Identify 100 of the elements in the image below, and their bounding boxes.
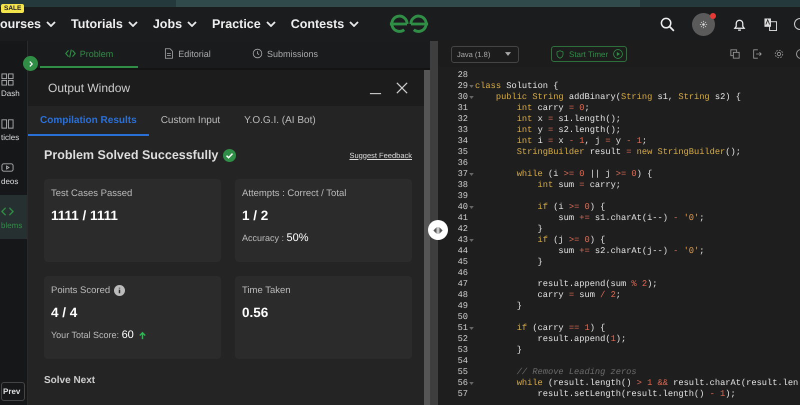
- line-number: 30: [456, 92, 468, 103]
- line-number: 45: [456, 257, 468, 268]
- code-line: }: [536, 257, 543, 268]
- code-line: }: [516, 301, 522, 312]
- prev-button[interactable]: Prev: [1, 382, 26, 401]
- code-line: class Solution {: [475, 81, 558, 92]
- line-number: 31: [456, 103, 468, 114]
- code-line: if (i >= 0) {: [536, 202, 606, 213]
- card-label: Test Cases Passed: [51, 188, 132, 199]
- line-number: 56: [456, 378, 468, 389]
- window-title: Output Window: [48, 81, 130, 95]
- code-line: result.append(1);: [536, 334, 626, 345]
- line-number: 38: [456, 180, 468, 191]
- code-line: result.append(sum % 2);: [536, 279, 658, 290]
- chevron-icon: [26, 60, 34, 68]
- code-line: int y = s2.length();: [516, 125, 621, 136]
- fold-icon[interactable]: [469, 85, 474, 88]
- sidebar-item[interactable]: Dash: [0, 63, 27, 107]
- fold-icon[interactable]: [469, 382, 474, 385]
- nav-menu[interactable]: Practice: [212, 17, 276, 31]
- problem-tab[interactable]: Problem: [40, 41, 138, 68]
- code-line: int i = x - 1, j = y - 1;: [516, 136, 648, 147]
- code-line: int x = s1.length();: [516, 114, 621, 125]
- line-number: 35: [456, 147, 468, 158]
- line-number: 49: [456, 301, 468, 312]
- line-number: 37: [456, 169, 468, 180]
- line-number: 50: [456, 312, 468, 323]
- sidebar-item[interactable]: ticles: [0, 107, 27, 151]
- line-number: 36: [456, 158, 468, 169]
- play-icon: [613, 49, 624, 59]
- document-icon: [163, 48, 174, 59]
- fold-icon[interactable]: [469, 206, 474, 209]
- problem-tab[interactable]: Editorial: [138, 41, 236, 68]
- card-value: 1111 / 1111: [51, 208, 119, 223]
- output-tab[interactable]: Custom Input: [148, 106, 232, 136]
- export-icon[interactable]: [752, 49, 762, 59]
- fold-icon[interactable]: [469, 327, 474, 330]
- code-line: sum += s2.charAt(j--) - '0';: [557, 246, 704, 257]
- resize-arrows-icon: [433, 226, 443, 234]
- nav-menu[interactable]: Contests: [290, 17, 360, 31]
- card-label: Time Taken: [242, 285, 291, 296]
- line-number: 48: [456, 290, 468, 301]
- chevron-icon: [349, 21, 360, 27]
- code-line: result.setLength(result.length() - 1);: [536, 389, 736, 400]
- splitter-bar[interactable]: [430, 41, 438, 405]
- fold-icon[interactable]: [469, 173, 474, 176]
- line-number: 44: [456, 246, 468, 257]
- nav-menu[interactable]: Jobs: [152, 17, 198, 31]
- settings-icon[interactable]: [774, 49, 784, 59]
- line-number: 57: [456, 389, 468, 400]
- code-line: int sum = carry;: [536, 180, 621, 191]
- chevron-icon: [187, 21, 198, 27]
- copy-icon[interactable]: [730, 49, 740, 59]
- caret-icon: [505, 52, 511, 56]
- line-number: 51: [456, 323, 468, 334]
- line-number: 52: [456, 334, 468, 345]
- chevron-icon: [46, 21, 56, 27]
- nav-menu[interactable]: Tutorials: [71, 17, 138, 31]
- logo-icon[interactable]: [388, 14, 430, 34]
- book-icon: [1, 116, 14, 130]
- code-line: int carry = 0;: [516, 103, 590, 114]
- code-line: public String addBinary(String s1, String s2) {: [494, 92, 741, 103]
- sparkle-icon: [699, 20, 708, 28]
- card-value: 0.56: [242, 305, 270, 320]
- line-number: 34: [456, 136, 468, 147]
- chevron-icon: [128, 21, 138, 27]
- line-number: 39: [456, 191, 468, 202]
- chevron-icon: [266, 21, 276, 27]
- translate-icon[interactable]: [764, 18, 777, 30]
- code-line: }: [536, 224, 543, 235]
- info-icon[interactable]: [114, 285, 126, 296]
- card-note: Accuracy : 50%: [242, 232, 309, 244]
- card-label: Attempts : Correct / Total: [242, 188, 346, 199]
- card-value: 1 / 2: [242, 208, 270, 223]
- start-timer-button[interactable]: Start Timer: [551, 46, 628, 62]
- code-line: }: [516, 345, 522, 356]
- line-number: 53: [456, 345, 468, 356]
- section-heading: Solve Next: [44, 375, 96, 386]
- line-number: 47: [456, 279, 468, 290]
- problem-tab[interactable]: Submissions: [236, 41, 334, 68]
- code-line: StringBuilder result = new StringBuilder();: [516, 147, 741, 158]
- search-icon[interactable]: [660, 16, 675, 32]
- close-icon[interactable]: [396, 82, 408, 94]
- grid-icon: [1, 72, 14, 86]
- line-number: 43: [456, 235, 468, 246]
- code-line: if (j >= 0) {: [536, 235, 606, 246]
- line-number: 42: [456, 224, 468, 235]
- code-line: while (result.length() > 1 && result.charAt(result.len: [516, 378, 798, 389]
- fold-icon[interactable]: [469, 239, 474, 242]
- avatar-button[interactable]: [692, 12, 715, 36]
- output-tab[interactable]: Y.O.G.I. (AI Bot): [232, 106, 328, 136]
- status-text: Problem Solved Successfully: [44, 148, 218, 162]
- card-label: Points Scored: [51, 285, 110, 296]
- code-line: carry = sum / 2;: [536, 290, 622, 301]
- line-number: 28: [456, 70, 468, 81]
- bell-icon[interactable]: [732, 16, 747, 32]
- fold-icon[interactable]: [469, 96, 474, 99]
- shield-icon: [556, 50, 564, 58]
- sidebar-item[interactable]: deos: [0, 151, 27, 195]
- video-icon: [1, 160, 14, 174]
